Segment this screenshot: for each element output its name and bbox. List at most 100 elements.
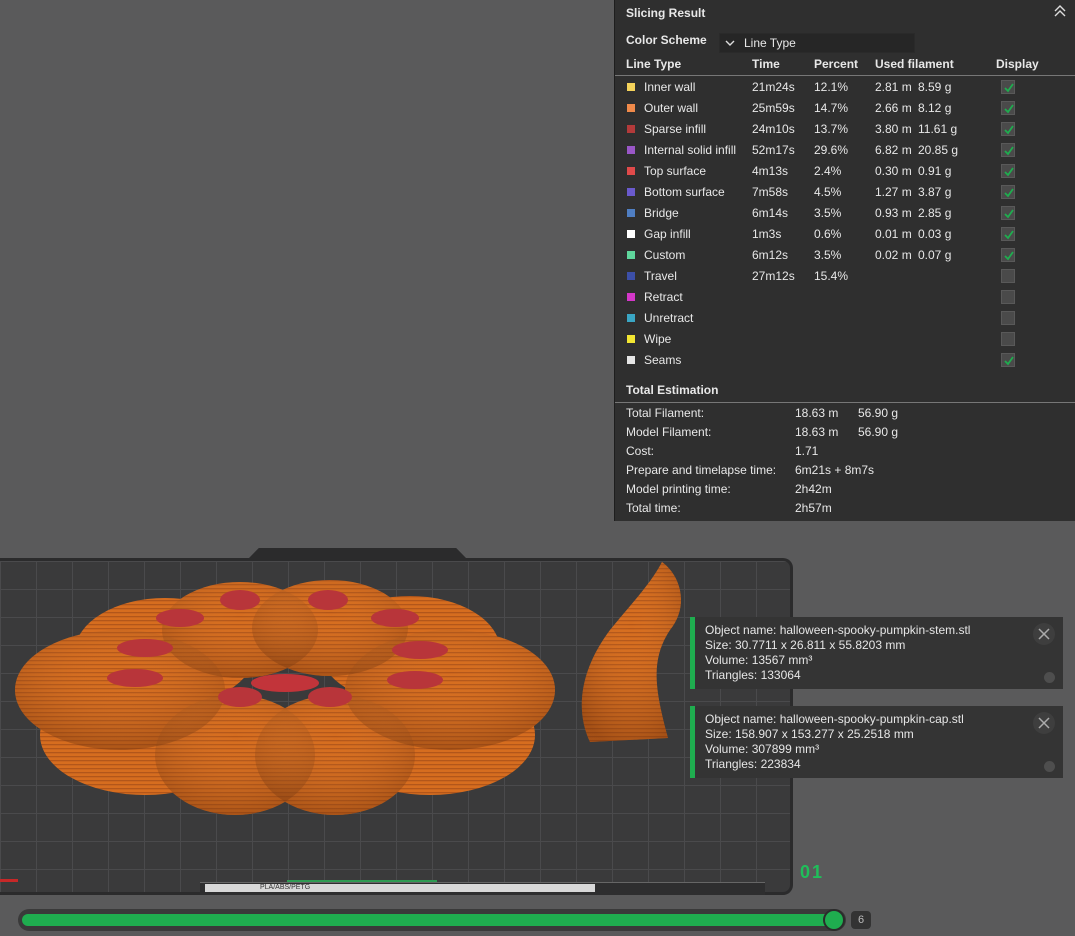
check-icon	[1004, 146, 1014, 156]
color-scheme-value: Line Type	[744, 36, 796, 50]
color-swatch	[627, 272, 635, 280]
display-checkbox[interactable]	[1001, 311, 1015, 325]
color-swatch	[627, 335, 635, 343]
total-label: Total Filament:	[626, 406, 705, 420]
line-weight: 11.61 g	[918, 122, 958, 136]
header-display: Display	[996, 57, 1039, 71]
line-length: 0.01 m	[875, 227, 912, 241]
line-length: 2.81 m	[875, 80, 912, 94]
display-checkbox[interactable]	[1001, 206, 1015, 220]
layer-slider-thumb[interactable]	[822, 909, 845, 931]
color-swatch	[627, 251, 635, 259]
line-time: 52m17s	[752, 143, 795, 157]
pumpkin-cap-model[interactable]	[15, 580, 555, 815]
object-triangles: Triangles: 223834	[705, 757, 801, 771]
display-checkbox[interactable]	[1001, 185, 1015, 199]
line-type-name: Sparse infill	[644, 122, 707, 136]
total-value: 18.63 m	[795, 406, 839, 420]
display-checkbox[interactable]	[1001, 269, 1015, 283]
line-type-name: Bridge	[644, 206, 679, 220]
object-volume: Volume: 307899 mm³	[705, 742, 820, 756]
line-length: 0.30 m	[875, 164, 912, 178]
line-time: 1m3s	[752, 227, 782, 241]
layer-slider[interactable]	[18, 909, 846, 931]
total-row: Model Filament: 18.63 m 56.90 g	[615, 425, 1075, 444]
total-divider	[615, 402, 1075, 403]
total-value: 1.71	[795, 444, 819, 458]
total-value: 6m21s + 8m7s	[795, 463, 875, 477]
minus-icon[interactable]	[1044, 672, 1055, 683]
header-used-filament: Used filament	[875, 57, 954, 71]
slicing-result-panel: Slicing Result Color Scheme Line Type Li…	[614, 0, 1075, 521]
check-icon	[1004, 167, 1014, 177]
line-type-name: Custom	[644, 248, 686, 262]
display-checkbox[interactable]	[1001, 353, 1015, 367]
line-type-name: Bottom surface	[644, 185, 725, 199]
close-icon[interactable]	[1033, 623, 1055, 645]
color-scheme-label: Color Scheme	[626, 33, 707, 47]
check-icon	[1004, 209, 1014, 219]
color-swatch	[627, 83, 635, 91]
pumpkin-stem-model[interactable]	[581, 562, 682, 742]
total-value-secondary: 56.90 g	[858, 425, 899, 439]
total-value: 18.63 m	[795, 425, 839, 439]
collapse-icon[interactable]	[1052, 3, 1068, 19]
line-type-row: Seams	[615, 351, 1075, 372]
line-time: 7m58s	[752, 185, 789, 199]
line-type-row: Top surface 4m13s 2.4% 0.30 m 0.91 g	[615, 162, 1075, 183]
close-icon[interactable]	[1033, 712, 1055, 734]
line-percent: 15.4%	[814, 269, 849, 283]
header-time: Time	[752, 57, 780, 71]
color-swatch	[627, 314, 635, 322]
line-type-row: Bridge 6m14s 3.5% 0.93 m 2.85 g	[615, 204, 1075, 225]
line-time: 27m12s	[752, 269, 795, 283]
line-length: 3.80 m	[875, 122, 912, 136]
check-icon	[1004, 356, 1014, 366]
total-row: Prepare and timelapse time: 6m21s + 8m7s	[615, 463, 1075, 482]
display-checkbox[interactable]	[1001, 101, 1015, 115]
line-type-name: Retract	[644, 290, 683, 304]
total-label: Model Filament:	[626, 425, 712, 439]
line-type-row: Gap infill 1m3s 0.6% 0.01 m 0.03 g	[615, 225, 1075, 246]
total-row: Total Filament: 18.63 m 56.90 g	[615, 406, 1075, 425]
check-icon	[1004, 83, 1014, 93]
display-checkbox[interactable]	[1001, 227, 1015, 241]
line-percent: 3.5%	[814, 206, 842, 220]
color-swatch	[627, 125, 635, 133]
header-line-type: Line Type	[626, 57, 682, 71]
line-type-row: Wipe	[615, 330, 1075, 351]
line-length: 2.66 m	[875, 101, 912, 115]
line-time: 25m59s	[752, 101, 795, 115]
total-estimation-title: Total Estimation	[626, 383, 719, 397]
display-checkbox[interactable]	[1001, 122, 1015, 136]
line-time: 21m24s	[752, 80, 795, 94]
display-checkbox[interactable]	[1001, 143, 1015, 157]
check-icon	[1004, 251, 1014, 261]
line-percent: 13.7%	[814, 122, 849, 136]
line-type-name: Seams	[644, 353, 682, 367]
line-type-name: Travel	[644, 269, 677, 283]
color-swatch	[627, 104, 635, 112]
display-checkbox[interactable]	[1001, 290, 1015, 304]
color-scheme-select[interactable]: Line Type	[719, 33, 915, 53]
line-type-name: Internal solid infill	[644, 143, 737, 157]
header-divider	[615, 75, 1075, 76]
display-checkbox[interactable]	[1001, 248, 1015, 262]
line-type-row: Travel 27m12s 15.4%	[615, 267, 1075, 288]
layer-slider-fill	[22, 914, 834, 926]
object-info-stem: Object name: halloween-spooky-pumpkin-st…	[690, 617, 1063, 689]
display-checkbox[interactable]	[1001, 80, 1015, 94]
color-swatch	[627, 209, 635, 217]
minus-icon[interactable]	[1044, 761, 1055, 772]
line-type-row: Inner wall 21m24s 12.1% 2.81 m 8.59 g	[615, 78, 1075, 99]
line-type-row: Bottom surface 7m58s 4.5% 1.27 m 3.87 g	[615, 183, 1075, 204]
line-weight: 8.59 g	[918, 80, 952, 94]
object-size: Size: 158.907 x 153.277 x 25.2518 mm	[705, 727, 914, 741]
line-type-row: Sparse infill 24m10s 13.7% 3.80 m 11.61 g	[615, 120, 1075, 141]
line-time: 4m13s	[752, 164, 789, 178]
line-weight: 0.07 g	[918, 248, 952, 262]
display-checkbox[interactable]	[1001, 332, 1015, 346]
total-value-secondary: 56.90 g	[858, 406, 899, 420]
display-checkbox[interactable]	[1001, 164, 1015, 178]
line-weight: 3.87 g	[918, 185, 952, 199]
